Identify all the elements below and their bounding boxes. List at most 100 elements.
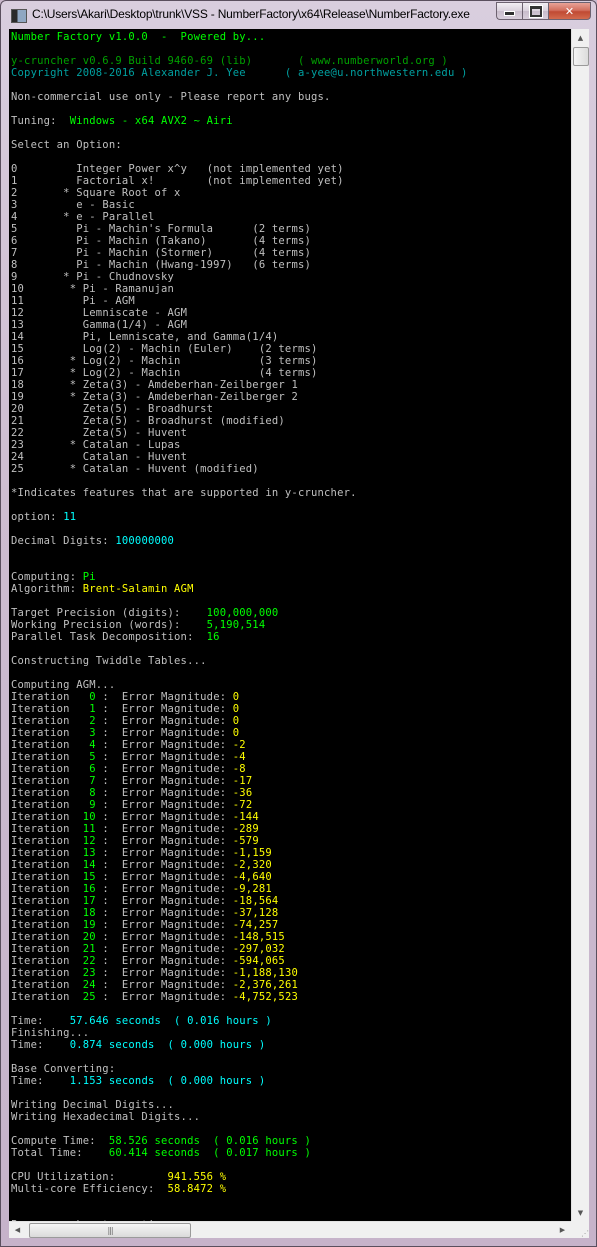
supported-star-marker xyxy=(24,343,83,355)
maximize-button[interactable] xyxy=(522,2,548,20)
menu-option-note: (2 terms) xyxy=(252,223,312,235)
efficiency-value: 58.8472 % xyxy=(167,1183,227,1195)
menu-option-number: 21 xyxy=(11,415,25,427)
iteration-number: 10 xyxy=(82,811,96,823)
error-magnitude-value: -17 xyxy=(232,775,253,787)
menu-option: 16 * Log(2) - Machin (3 terms) xyxy=(11,355,318,367)
iteration-number: 2 xyxy=(89,715,96,727)
iteration-label: Iteration xyxy=(11,895,70,907)
menu-option: 8 Pi - Machin (Hwang-1997) (6 terms) xyxy=(11,259,311,271)
menu-option: 1 Factorial x! (not implemented yet) xyxy=(11,175,344,187)
horizontal-scrollbar[interactable]: ◀ ||| ▶ xyxy=(9,1221,571,1238)
menu-option-number: 10 xyxy=(11,283,25,295)
vertical-scroll-thumb[interactable] xyxy=(573,47,589,66)
menu-option-number: 17 xyxy=(11,367,25,379)
error-magnitude-value: -1,159 xyxy=(232,847,272,859)
close-button[interactable]: ✕ xyxy=(548,2,591,20)
menu-option-number: 12 xyxy=(11,307,25,319)
iteration-number: 6 xyxy=(89,763,96,775)
iteration-row: Iteration 18 : Error Magnitude: -37,128 xyxy=(11,907,279,919)
error-magnitude-label: Error Magnitude: xyxy=(121,979,233,991)
total-time-label: Total Time: xyxy=(11,1147,109,1159)
supported-star-marker xyxy=(24,427,83,439)
iteration-number: 4 xyxy=(89,739,96,751)
iteration-number: 12 xyxy=(82,835,96,847)
finishing-status: Finishing... xyxy=(11,1027,90,1039)
writing-hex-status: Writing Hexadecimal Digits... xyxy=(11,1111,201,1123)
iteration-label: Iteration xyxy=(11,931,70,943)
iteration-row: Iteration 1 : Error Magnitude: 0 xyxy=(11,703,240,715)
parallel-decomposition-value: 16 xyxy=(206,631,220,643)
menu-option: 19 * Zeta(3) - Amdeberhan-Zeilberger 2 xyxy=(11,391,298,403)
iteration-number: 16 xyxy=(82,883,96,895)
iteration-number: 3 xyxy=(89,727,96,739)
total-time-value: 60.414 seconds ( 0.017 hours ) xyxy=(108,1147,311,1159)
console-window: C:\Users\Akari\Desktop\trunk\VSS - Numbe… xyxy=(0,0,597,1247)
menu-option-name: Catalan - Lupas xyxy=(82,439,181,451)
scroll-up-arrow-icon[interactable]: ▲ xyxy=(572,29,589,46)
iteration-number: 7 xyxy=(89,775,96,787)
iteration-number: 15 xyxy=(82,871,96,883)
menu-option-name: Lemniscate - AGM xyxy=(82,307,188,319)
resize-grip-icon[interactable]: ⋰ xyxy=(571,1221,589,1238)
computing-label: Computing: xyxy=(11,571,83,583)
iteration-label: Iteration xyxy=(11,751,70,763)
iteration-label: Iteration xyxy=(11,823,70,835)
target-precision-value: 100,000,000 xyxy=(206,607,279,619)
iteration-row: Iteration 14 : Error Magnitude: -2,320 xyxy=(11,859,272,871)
computing-value: Pi xyxy=(82,571,96,583)
option-value: 11 xyxy=(63,511,77,523)
digits-value: 100000000 xyxy=(115,535,175,547)
option-label: option: xyxy=(11,511,64,523)
iteration-row: Iteration 9 : Error Magnitude: -72 xyxy=(11,799,253,811)
menu-option-note: (4 terms) xyxy=(258,367,318,379)
iteration-label: Iteration xyxy=(11,991,70,1003)
console-output[interactable]: Number Factory v1.0.0 - Powered by... y-… xyxy=(9,29,571,1221)
menu-option: 9 * Pi - Chudnovsky xyxy=(11,271,174,283)
menu-option-name: Integer Power x^y xyxy=(76,163,188,175)
parallel-decomposition-label: Parallel Task Decomposition: xyxy=(11,631,207,643)
iteration-label: Iteration xyxy=(11,847,70,859)
iteration-number: 17 xyxy=(82,895,96,907)
error-magnitude-label: Error Magnitude: xyxy=(121,835,233,847)
menu-option-name: Log(2) - Machin (Euler) xyxy=(82,343,233,355)
scroll-down-arrow-icon[interactable]: ▼ xyxy=(572,1204,589,1221)
iteration-label: Iteration xyxy=(11,919,70,931)
menu-option-number: 25 xyxy=(11,463,25,475)
menu-option-number: 11 xyxy=(11,295,25,307)
agm-time-label: Time: xyxy=(11,1015,70,1027)
iteration-number: 18 xyxy=(82,907,96,919)
iteration-label: Iteration xyxy=(11,967,70,979)
iteration-row: Iteration 23 : Error Magnitude: -1,188,1… xyxy=(11,967,298,979)
window-title: C:\Users\Akari\Desktop\trunk\VSS - Numbe… xyxy=(32,7,470,21)
menu-option: 15 Log(2) - Machin (Euler) (2 terms) xyxy=(11,343,318,355)
title-bar[interactable]: C:\Users\Akari\Desktop\trunk\VSS - Numbe… xyxy=(1,1,597,29)
supported-star-marker xyxy=(24,331,83,343)
scroll-left-arrow-icon[interactable]: ◀ xyxy=(9,1222,26,1238)
menu-option: 25 * Catalan - Huvent (modified) xyxy=(11,463,259,475)
vertical-scrollbar[interactable]: ▲ ▼ xyxy=(571,29,589,1221)
horizontal-scroll-thumb[interactable]: ||| xyxy=(29,1223,191,1238)
menu-option: 14 Pi, Lemniscate, and Gamma(1/4) xyxy=(11,331,278,343)
tuning-label: Tuning: xyxy=(11,115,70,127)
iteration-number: 13 xyxy=(82,847,96,859)
menu-option: 3 e - Basic xyxy=(11,199,135,211)
iteration-row: Iteration 4 : Error Magnitude: -2 xyxy=(11,739,246,751)
menu-option-number: 14 xyxy=(11,331,25,343)
console-app-icon[interactable] xyxy=(11,9,27,23)
error-magnitude-label: Error Magnitude: xyxy=(121,967,233,979)
menu-option-number: 24 xyxy=(11,451,25,463)
option-menu: 0 Integer Power x^y (not implemented yet… xyxy=(11,163,344,475)
base-time-label: Time: xyxy=(11,1075,70,1087)
menu-option: 24 Catalan - Huvent xyxy=(11,451,187,463)
error-magnitude-label: Error Magnitude: xyxy=(121,955,233,967)
minimize-button[interactable] xyxy=(496,2,522,20)
iteration-row: Iteration 6 : Error Magnitude: -8 xyxy=(11,763,246,775)
scroll-right-arrow-icon[interactable]: ▶ xyxy=(554,1222,571,1238)
menu-option: 4 * e - Parallel xyxy=(11,211,155,223)
tuning-value: Windows - x64 AVX2 ~ Airi xyxy=(69,115,233,127)
error-magnitude-value: -37,128 xyxy=(232,907,279,919)
